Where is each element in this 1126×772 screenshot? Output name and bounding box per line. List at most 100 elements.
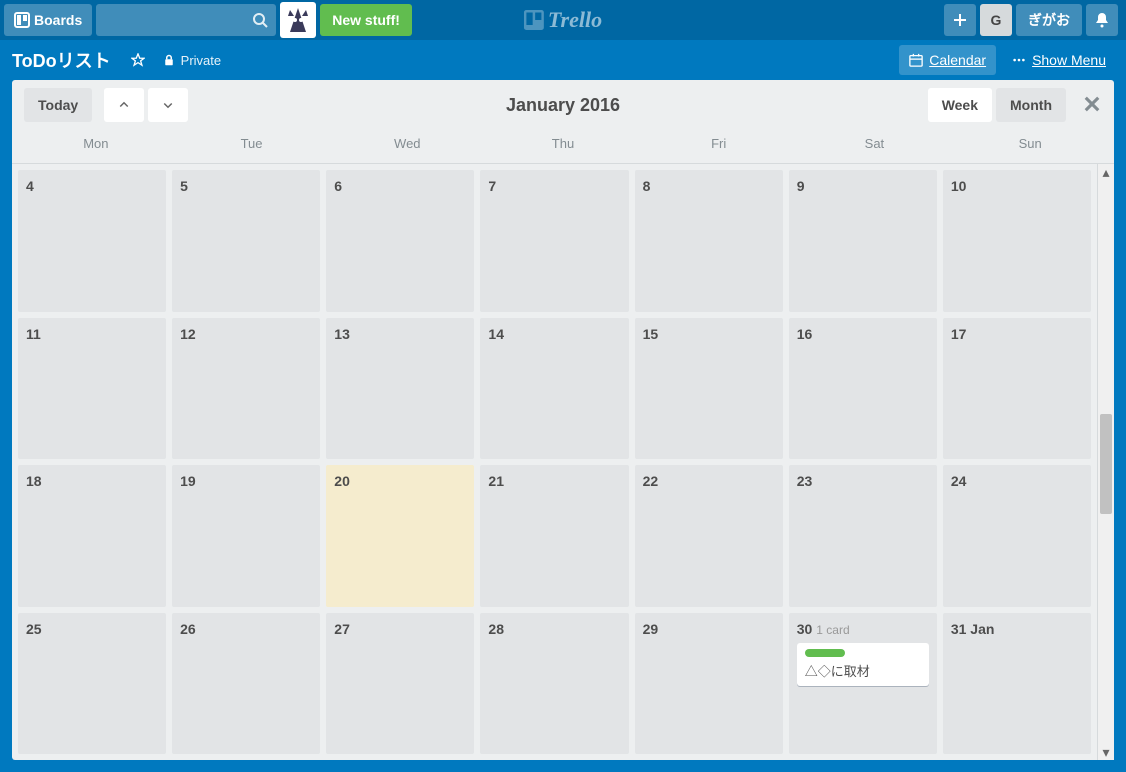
calendar-cell[interactable]: 27 [326,613,474,755]
show-menu-button[interactable]: Show Menu [1004,45,1114,75]
scroll-thumb[interactable] [1100,414,1112,514]
day-number: 7 [488,178,496,194]
dow-fri: Fri [641,130,797,159]
new-stuff-label: New stuff! [332,12,400,28]
visibility-button[interactable]: Private [163,53,221,68]
calendar-cell[interactable]: 22 [635,465,783,607]
calendar-cell[interactable]: 15 [635,318,783,460]
boards-icon [14,12,30,28]
search-input[interactable] [96,4,276,36]
today-button[interactable]: Today [24,88,92,122]
day-number: 17 [951,326,967,342]
calendar-cell[interactable]: 13 [326,318,474,460]
add-button[interactable] [944,4,976,36]
calendar-toolbar-right: Week Month [928,88,1102,122]
day-number: 14 [488,326,504,342]
trello-logo-text: Trello [548,7,602,33]
day-number: 8 [643,178,651,194]
calendar-toolbar: Today January 2016 Week Month [12,80,1114,130]
header-right: G ぎがお [944,4,1122,36]
trello-logo[interactable]: Trello [524,0,602,40]
month-view-button[interactable]: Month [996,88,1066,122]
week-view-button[interactable]: Week [928,88,992,122]
day-number: 28 [488,621,504,637]
day-number: 22 [643,473,659,489]
calendar-cell[interactable]: 301 card△◇に取材 [789,613,937,755]
day-number: 24 [951,473,967,489]
chevron-up-icon [118,99,130,111]
dow-sun: Sun [952,130,1108,159]
calendar-cell[interactable]: 29 [635,613,783,755]
calendar-powerup-button[interactable]: Calendar [899,45,996,75]
scroll-up-arrow[interactable]: ▴ [1098,164,1114,180]
star-button[interactable] [123,45,153,75]
new-stuff-button[interactable]: New stuff! [320,4,412,36]
star-icon [131,53,145,67]
day-number: 31 Jan [951,621,995,637]
calendar-cell[interactable]: 21 [480,465,628,607]
day-number: 29 [643,621,659,637]
calendar-cell[interactable]: 23 [789,465,937,607]
day-number: 18 [26,473,42,489]
day-number: 21 [488,473,504,489]
calendar-grid: 4 567 8 9 10 11 12 13 14 15 16 17 18 19 20 21 22 23 24 25 26… [12,164,1097,760]
mascot-icon [280,2,316,38]
visibility-label: Private [181,53,221,68]
calendar-cell[interactable]: 12 [172,318,320,460]
calendar-label: Calendar [929,52,986,68]
scroll-down-arrow[interactable]: ▾ [1098,744,1114,760]
day-number: 27 [334,621,350,637]
day-number: 16 [797,326,813,342]
calendar-cell[interactable]: 16 [789,318,937,460]
next-button[interactable] [148,88,188,122]
chevron-down-icon [162,99,174,111]
calendar-cell[interactable]: 19 [172,465,320,607]
calendar-cell[interactable]: 7 [480,170,628,312]
boards-label: Boards [34,12,82,28]
calendar-cell[interactable]: 20 [326,465,474,607]
calendar-cell[interactable]: 28 [480,613,628,755]
day-number: 20 [334,473,350,489]
dow-thu: Thu [485,130,641,159]
day-number: 11 [26,326,41,342]
close-icon [1082,94,1102,114]
calendar-cell[interactable]: 31 Jan [943,613,1091,755]
calendar-cell[interactable]: 26 [172,613,320,755]
calendar-cell[interactable]: 10 [943,170,1091,312]
dow-mon: Mon [18,130,174,159]
user-menu[interactable]: ぎがお [1016,4,1082,36]
day-number: 23 [797,473,813,489]
bell-icon [1094,12,1110,28]
day-number: 9 [797,178,805,194]
calendar-panel: Today January 2016 Week Month Mon Tue We… [12,80,1114,760]
global-header: Boards New stuff! Trello G ぎがお [0,0,1126,40]
notifications-button[interactable] [1086,4,1118,36]
calendar-cell[interactable]: 17 [943,318,1091,460]
calendar-cell[interactable]: 8 [635,170,783,312]
lock-icon [163,54,175,66]
calendar-cell[interactable]: 9 [789,170,937,312]
calendar-card[interactable]: △◇に取材 [797,643,929,686]
day-number: 13 [334,326,350,342]
calendar-cell[interactable]: 11 [18,318,166,460]
calendar-cell[interactable]: 14 [480,318,628,460]
day-number: 26 [180,621,196,637]
board-name[interactable]: ToDoリスト [12,47,111,73]
plus-icon [952,12,968,28]
dow-tue: Tue [174,130,330,159]
calendar-cell[interactable]: 4 [18,170,166,312]
calendar-cell[interactable]: 5 [172,170,320,312]
close-calendar-button[interactable] [1082,94,1102,117]
boards-button[interactable]: Boards [4,4,92,36]
prev-button[interactable] [104,88,144,122]
avatar[interactable]: G [980,4,1012,36]
calendar-cell[interactable]: 25 [18,613,166,755]
calendar-cell[interactable]: 18 [18,465,166,607]
day-number: 4 [26,178,34,194]
day-number: 25 [26,621,42,637]
scrollbar[interactable]: ▴ ▾ [1097,164,1114,760]
calendar-body: 4 567 8 9 10 11 12 13 14 15 16 17 18 19 20 21 22 23 24 25 26… [12,164,1114,760]
calendar-cell[interactable]: 24 [943,465,1091,607]
user-name-label: ぎがお [1028,10,1070,30]
calendar-cell[interactable]: 6 [326,170,474,312]
